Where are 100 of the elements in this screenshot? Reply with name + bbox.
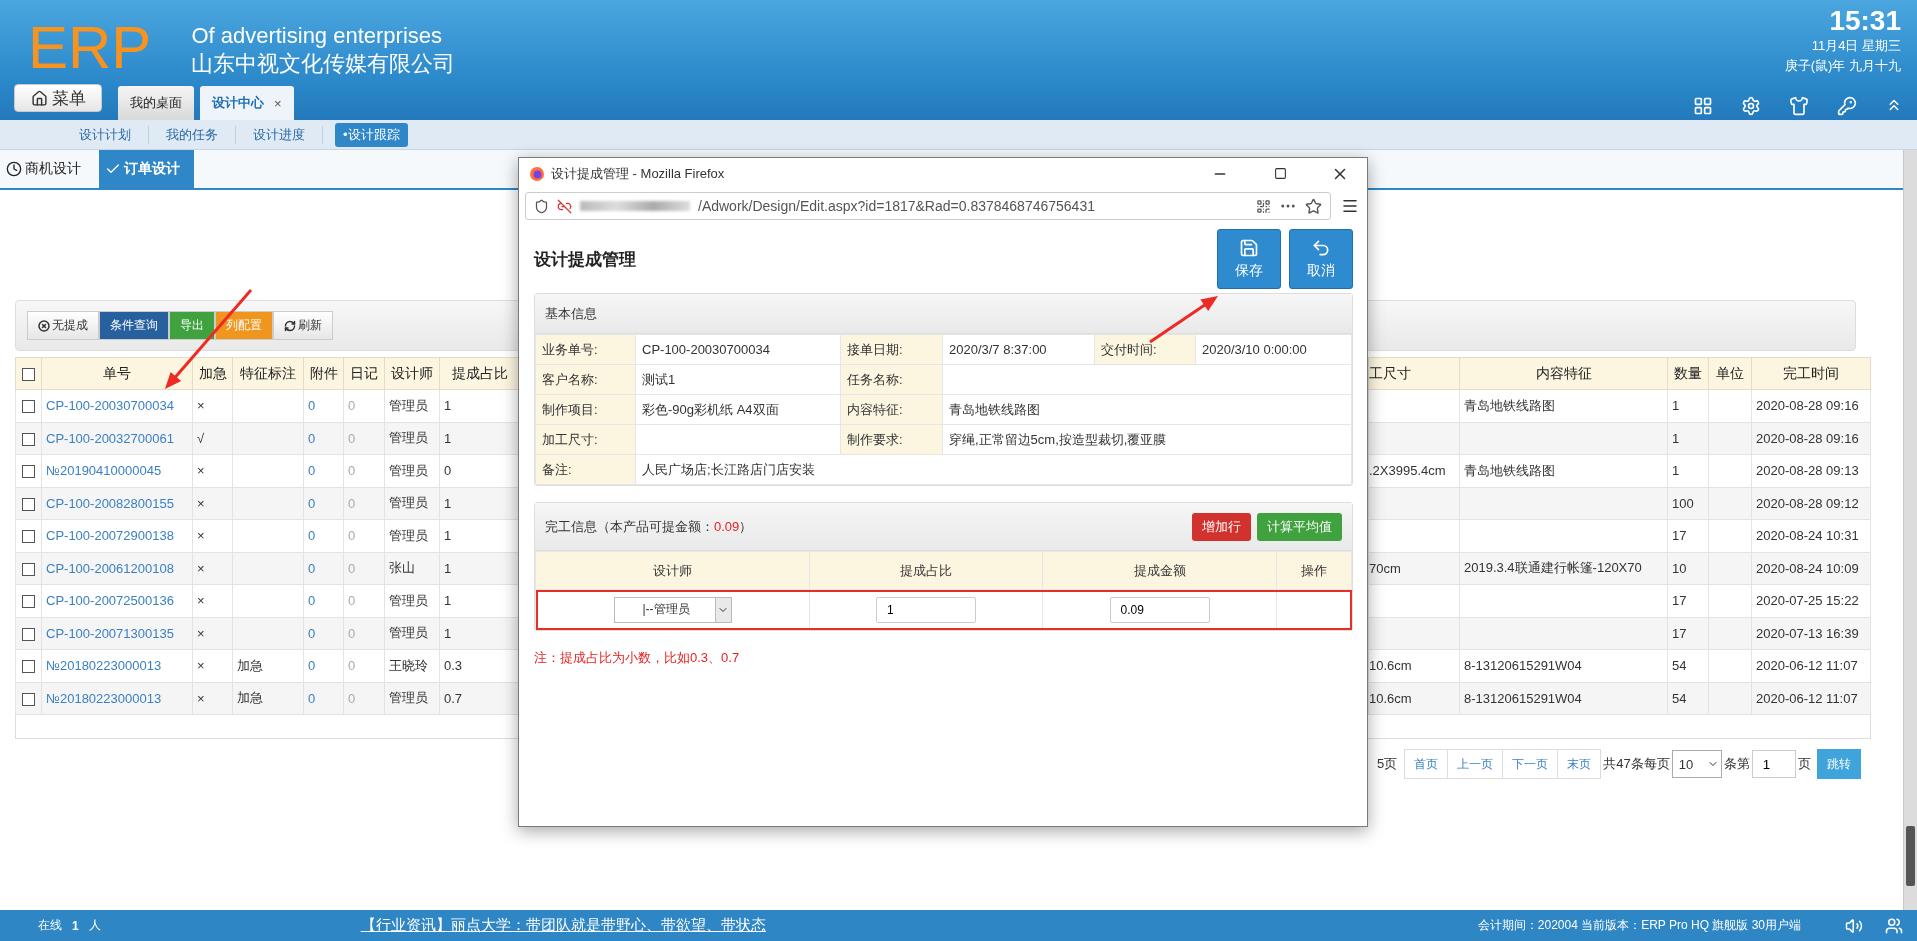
page-size-select[interactable]: 10 bbox=[1671, 750, 1722, 778]
field-label: 制作项目: bbox=[542, 401, 598, 417]
designer-select[interactable]: |--管理员 bbox=[613, 596, 732, 623]
subnav-item[interactable]: 设计进度 bbox=[236, 125, 323, 144]
table-cell: 0 bbox=[308, 528, 316, 544]
table-cell: 1 bbox=[444, 398, 452, 414]
table-cell: 管理员 bbox=[389, 625, 428, 641]
action-button[interactable]: 保存 bbox=[1217, 229, 1281, 289]
field-label: 交付时间: bbox=[1101, 341, 1157, 357]
table-cell: × bbox=[197, 560, 205, 576]
table-cell: .2X3995.4cm bbox=[1369, 463, 1446, 479]
table-cell: 10.6cm bbox=[1369, 690, 1412, 706]
field-value: 青岛地铁线路图 bbox=[949, 401, 1040, 417]
page-input[interactable]: 1 bbox=[1751, 750, 1796, 778]
table-cell: √ bbox=[197, 430, 205, 446]
field-value: 2020/3/7 8:37:00 bbox=[949, 342, 1047, 357]
address-bar[interactable]: /Adwork/Design/Edit.aspx?id=1817&Rad=0.8378468746756431 bbox=[525, 192, 1331, 220]
table-cell: 0 bbox=[348, 658, 356, 674]
table-cell: × bbox=[197, 398, 205, 414]
page-button[interactable]: 末页 bbox=[1557, 749, 1602, 779]
field-value: CP-100-20030700034 bbox=[642, 342, 770, 357]
module-tab[interactable]: 商机设计 bbox=[0, 150, 95, 188]
page-button[interactable]: 首页 bbox=[1404, 749, 1449, 779]
field-value: 人民广场店;长江路店门店安装 bbox=[642, 461, 815, 477]
ratio-input[interactable]: 1 bbox=[876, 596, 976, 623]
toolbar-button[interactable]: 无提成 bbox=[27, 311, 99, 340]
table-cell: 管理员 bbox=[389, 592, 428, 608]
field-label: 备注: bbox=[542, 461, 572, 477]
column-header: 操作 bbox=[1301, 562, 1327, 578]
table-cell: 0 bbox=[348, 690, 356, 706]
column-header: 特征标注 bbox=[240, 364, 296, 381]
table-cell: 1 bbox=[1672, 398, 1680, 414]
field-value: 彩色-90g彩机纸 A4双面 bbox=[642, 401, 779, 417]
page-button[interactable]: 下一页 bbox=[1502, 749, 1559, 779]
tab[interactable]: 我的桌面 bbox=[118, 86, 194, 120]
table-cell: 管理员 bbox=[389, 430, 428, 446]
toolbar-button[interactable]: 导出 bbox=[169, 311, 215, 340]
table-cell: 1 bbox=[444, 430, 452, 446]
table-cell: 管理员 bbox=[389, 495, 428, 511]
column-header: 提成金额 bbox=[1133, 562, 1186, 578]
toolbar-button[interactable]: 条件查询 bbox=[99, 311, 169, 340]
table-cell: 17 bbox=[1672, 593, 1687, 609]
action-button[interactable]: 取消 bbox=[1289, 229, 1353, 289]
table-cell: 54 bbox=[1672, 690, 1687, 706]
table-cell: 0 bbox=[348, 625, 356, 641]
table-cell: 0 bbox=[348, 463, 356, 479]
table-cell: 0 bbox=[308, 398, 316, 414]
table-cell: × bbox=[197, 463, 205, 479]
table-cell: 0 bbox=[308, 593, 316, 609]
news-link[interactable]: 【行业资讯】丽点大学：带团队就是带野心、带欲望、带状态 bbox=[360, 916, 766, 935]
toolbar-button[interactable]: 列配置 bbox=[215, 311, 273, 340]
table-cell: 2020-06-12 11:07 bbox=[1756, 690, 1858, 706]
table-cell: × bbox=[197, 658, 205, 674]
total-label: 共47条每页 bbox=[1602, 755, 1671, 773]
table-cell: 100 bbox=[1672, 495, 1694, 511]
table-cell: 2020-08-24 10:31 bbox=[1756, 528, 1859, 544]
page-count: 5页 bbox=[1376, 755, 1399, 773]
app-title: Of advertising enterprises bbox=[191, 22, 444, 50]
table-cell: 管理员 bbox=[389, 690, 428, 706]
table-cell: 0 bbox=[308, 495, 316, 511]
field-label: 任务名称: bbox=[847, 371, 903, 387]
page-button[interactable]: 上一页 bbox=[1447, 749, 1504, 779]
table-cell: × bbox=[197, 625, 205, 641]
table-cell: 1 bbox=[444, 625, 452, 641]
table-cell: 2020-08-28 09:16 bbox=[1756, 430, 1859, 446]
column-header: 单位 bbox=[1716, 364, 1744, 381]
column-header: 加急 bbox=[198, 364, 227, 381]
close-icon[interactable]: × bbox=[274, 95, 282, 111]
panel-title: 基本信息 bbox=[545, 304, 598, 323]
company-name: 山东中视文化传媒有限公司 bbox=[191, 50, 456, 78]
table-cell: 加急 bbox=[237, 657, 263, 673]
column-header: 设计师 bbox=[391, 364, 433, 381]
table-cell: 54 bbox=[1672, 658, 1687, 674]
amount-input[interactable]: 0.09 bbox=[1109, 596, 1210, 623]
table-cell: 0 bbox=[308, 463, 316, 479]
panel-button[interactable]: 计算平均值 bbox=[1257, 512, 1342, 541]
table-cell: 70cm bbox=[1369, 560, 1401, 576]
menu-button[interactable]: 菜单 bbox=[14, 84, 102, 112]
table-cell: 8-13120615291W04 bbox=[1464, 690, 1582, 706]
tab[interactable]: 设计中心 × bbox=[200, 86, 294, 120]
table-cell: 0 bbox=[308, 658, 316, 674]
module-tab[interactable]: 订单设计 bbox=[99, 150, 194, 188]
subnav-item[interactable]: •设计跟踪 bbox=[335, 122, 408, 147]
subnav-item[interactable]: 我的任务 bbox=[149, 125, 236, 144]
jump-button[interactable]: 跳转 bbox=[1816, 749, 1861, 779]
field-label: 客户名称: bbox=[542, 371, 598, 387]
table-cell: 2020-08-28 09:16 bbox=[1756, 398, 1859, 414]
panel-button[interactable]: 增加行 bbox=[1192, 512, 1251, 541]
online-label: 在线 bbox=[38, 917, 62, 934]
table-cell: 0.7 bbox=[444, 690, 463, 706]
table-cell: 2020-08-24 10:09 bbox=[1756, 560, 1859, 576]
field-value: 测试1 bbox=[642, 371, 676, 387]
online-unit: 人 bbox=[88, 917, 101, 934]
subnav-item[interactable]: 设计计划 bbox=[62, 125, 149, 144]
table-cell: 0 bbox=[308, 430, 316, 446]
column-header: 附件 bbox=[309, 364, 338, 381]
table-cell: 2020-07-13 16:39 bbox=[1756, 625, 1859, 641]
window-title: 设计提成管理 - Mozilla Firefox bbox=[551, 164, 726, 183]
table-cell: 0 bbox=[348, 430, 356, 446]
toolbar-button[interactable]: 刷新 bbox=[273, 311, 333, 340]
